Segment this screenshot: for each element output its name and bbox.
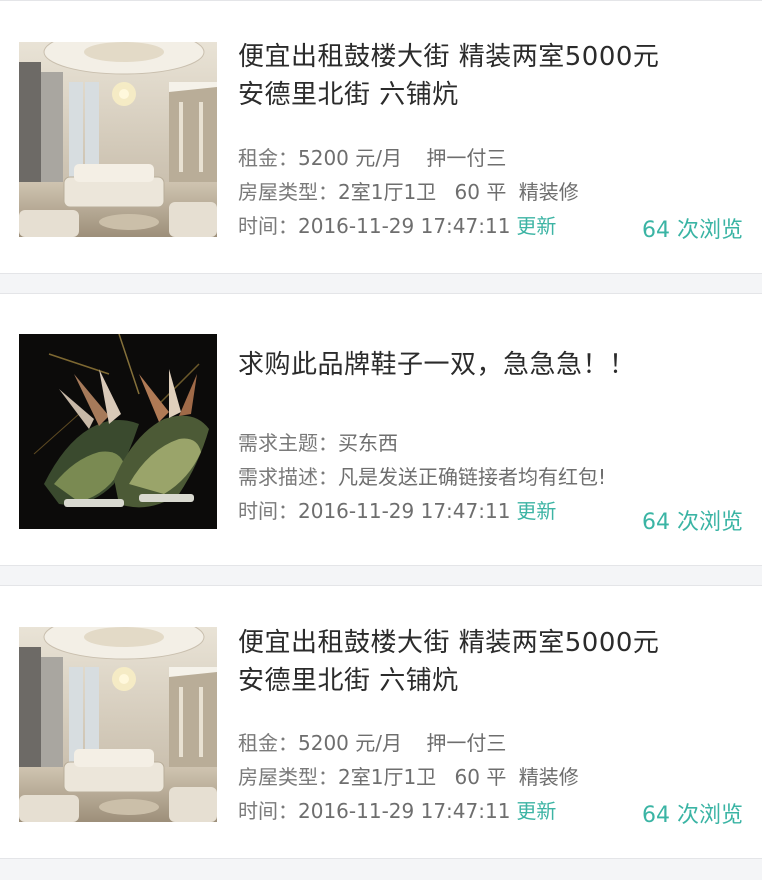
area-value: 60 平 [454, 180, 507, 204]
rent-value: 5200 元/月 [298, 146, 402, 170]
decoration-value: 精装修 [518, 180, 579, 204]
house-type-value: 2室1厅1卫 [338, 180, 437, 204]
subject-label: 需求主题： [238, 431, 338, 455]
rent-label: 租金： [238, 731, 298, 755]
house-type-row: 房屋类型：2室1厅1卫 60 平 精装修 [238, 764, 579, 790]
time-row: 时间：2016-11-29 17:47:11 更新 [238, 498, 556, 524]
rent-label: 租金： [238, 146, 298, 170]
rent-value: 5200 元/月 [298, 731, 402, 755]
description-label: 需求描述： [238, 465, 338, 489]
time-row: 时间：2016-11-29 17:47:11 更新 [238, 213, 556, 239]
area-value: 60 平 [454, 765, 507, 789]
listing-title-line2: 安德里北街 六铺炕 [238, 80, 459, 110]
house-type-label: 房屋类型： [238, 180, 338, 204]
house-type-label: 房屋类型： [238, 765, 338, 789]
view-count: 64 次浏览 [642, 803, 743, 828]
listing-card-rental[interactable]: 便宜出租鼓楼大街 精装两室5000元 安德里北街 六铺炕 租金：5200 元/月… [0, 585, 762, 859]
refresh-link[interactable]: 更新 [516, 499, 556, 523]
refresh-link[interactable]: 更新 [516, 799, 556, 823]
listing-thumbnail[interactable] [19, 627, 217, 822]
time-value: 2016-11-29 17:47:11 [298, 214, 511, 238]
time-label: 时间： [238, 499, 298, 523]
listing-title[interactable]: 求购此品牌鞋子一双，急急急！！ [238, 346, 742, 384]
subject-row: 需求主题：买东西 [238, 430, 398, 456]
time-value: 2016-11-29 17:47:11 [298, 499, 511, 523]
decoration-value: 精装修 [518, 765, 579, 789]
time-label: 时间： [238, 799, 298, 823]
view-count: 64 次浏览 [642, 218, 743, 243]
winged-sneakers-photo-icon [19, 334, 217, 529]
deposit-terms: 押一付三 [426, 146, 507, 170]
listing-title-line1: 便宜出租鼓楼大街 精装两室5000元 [238, 42, 660, 72]
rent-row: 租金：5200 元/月 押一付三 [238, 730, 506, 756]
time-value: 2016-11-29 17:47:11 [298, 799, 511, 823]
time-row: 时间：2016-11-29 17:47:11 更新 [238, 798, 556, 824]
living-room-photo-icon [19, 627, 217, 822]
listing-thumbnail[interactable] [19, 42, 217, 237]
time-label: 时间： [238, 214, 298, 238]
rent-row: 租金：5200 元/月 押一付三 [238, 145, 506, 171]
description-row: 需求描述：凡是发送正确链接者均有红包! [238, 464, 606, 490]
listing-title-line2: 安德里北街 六铺炕 [238, 666, 459, 696]
refresh-link[interactable]: 更新 [516, 214, 556, 238]
listing-title[interactable]: 便宜出租鼓楼大街 精装两室5000元 安德里北街 六铺炕 [238, 624, 742, 700]
view-count: 64 次浏览 [642, 510, 743, 535]
house-type-value: 2室1厅1卫 [338, 765, 437, 789]
listing-title-line1: 便宜出租鼓楼大街 精装两室5000元 [238, 628, 660, 658]
description-value: 凡是发送正确链接者均有红包! [338, 465, 607, 489]
deposit-terms: 押一付三 [426, 731, 507, 755]
listing-feed: 便宜出租鼓楼大街 精装两室5000元 安德里北街 六铺炕 租金：5200 元/月… [0, 0, 762, 880]
listing-thumbnail[interactable] [19, 334, 217, 529]
house-type-row: 房屋类型：2室1厅1卫 60 平 精装修 [238, 179, 579, 205]
living-room-photo-icon [19, 42, 217, 237]
listing-title[interactable]: 便宜出租鼓楼大街 精装两室5000元 安德里北街 六铺炕 [238, 38, 742, 114]
subject-value: 买东西 [338, 431, 398, 455]
listing-card-rental[interactable]: 便宜出租鼓楼大街 精装两室5000元 安德里北街 六铺炕 租金：5200 元/月… [0, 0, 762, 274]
listing-card-request[interactable]: 求购此品牌鞋子一双，急急急！！ 需求主题：买东西 需求描述：凡是发送正确链接者均… [0, 293, 762, 566]
